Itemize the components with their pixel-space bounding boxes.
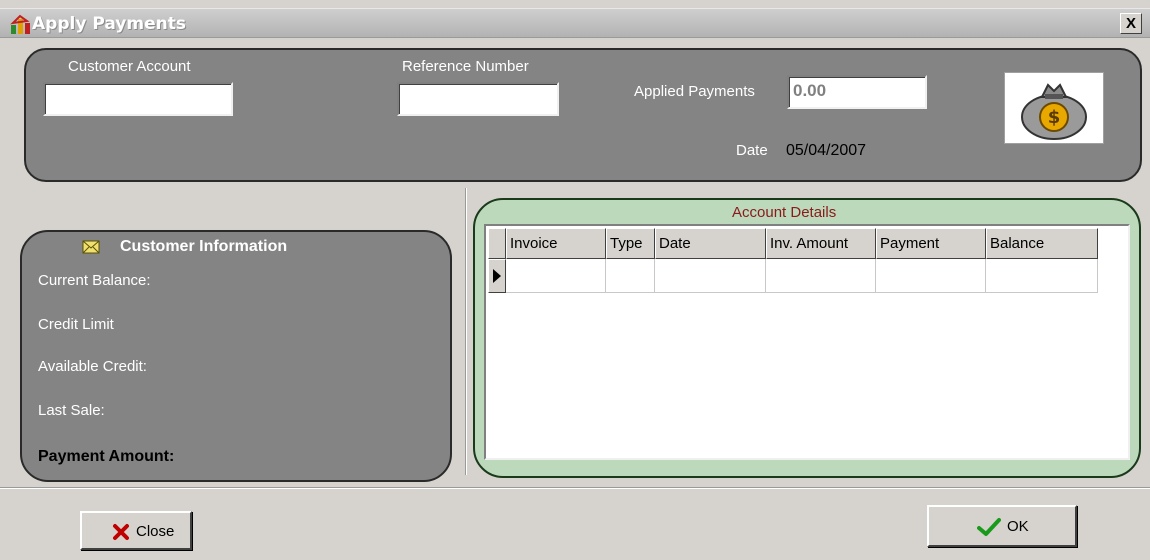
customer-info-title: Customer Information: [120, 238, 288, 255]
column-header-balance[interactable]: Balance: [986, 228, 1098, 259]
reference-number-label: Reference Number: [402, 58, 529, 75]
title-bar: Apply Payments X: [0, 8, 1150, 38]
column-header-invoice[interactable]: Invoice: [506, 228, 606, 259]
reference-number-input[interactable]: [397, 82, 559, 116]
row-indicator[interactable]: [488, 259, 506, 293]
grid-cell-invoice[interactable]: [506, 259, 606, 293]
applied-payments-field: 0.00: [787, 75, 927, 109]
column-header-payment[interactable]: Payment: [876, 228, 986, 259]
customer-account-input[interactable]: [43, 82, 233, 116]
last-sale-label: Last Sale:: [38, 402, 105, 419]
envelope-icon: [82, 240, 100, 254]
customer-info-panel: [20, 230, 452, 482]
account-details-title: Account Details: [732, 204, 837, 221]
credit-limit-label: Credit Limit: [38, 316, 114, 333]
window-title: Apply Payments: [32, 14, 186, 34]
close-button[interactable]: Close: [80, 511, 192, 550]
column-header-date[interactable]: Date: [655, 228, 766, 259]
grid-cell-inv-amount[interactable]: [766, 259, 876, 293]
column-header-type[interactable]: Type: [606, 228, 655, 259]
customer-account-label: Customer Account: [68, 58, 191, 75]
current-row-arrow-icon: [493, 269, 501, 283]
grid-cell-date[interactable]: [655, 259, 766, 293]
vertical-divider: [465, 188, 467, 475]
date-value: 05/04/2007: [786, 142, 867, 159]
grid-corner-header: [488, 228, 506, 259]
payment-amount-label: Payment Amount:: [38, 448, 175, 465]
available-credit-label: Available Credit:: [38, 358, 147, 375]
horizontal-divider: [0, 487, 1150, 489]
date-label: Date: [736, 142, 768, 159]
money-bag-icon: $: [1004, 72, 1104, 144]
grid-cell-type[interactable]: [606, 259, 655, 293]
ok-button[interactable]: OK: [927, 505, 1077, 547]
grid-cell-balance[interactable]: [986, 259, 1098, 293]
current-balance-label: Current Balance:: [38, 272, 151, 289]
app-chart-icon: [10, 14, 30, 34]
applied-payments-label: Applied Payments: [634, 83, 755, 100]
ok-button-label: OK: [1007, 518, 1029, 535]
column-header-inv-amount[interactable]: Inv. Amount: [766, 228, 876, 259]
green-check-icon: [977, 518, 1001, 536]
svg-text:$: $: [1048, 107, 1061, 128]
grid-cell-payment[interactable]: [876, 259, 986, 293]
close-button-label: Close: [136, 523, 175, 540]
window-close-button[interactable]: X: [1120, 13, 1142, 34]
red-x-icon: [113, 524, 129, 540]
